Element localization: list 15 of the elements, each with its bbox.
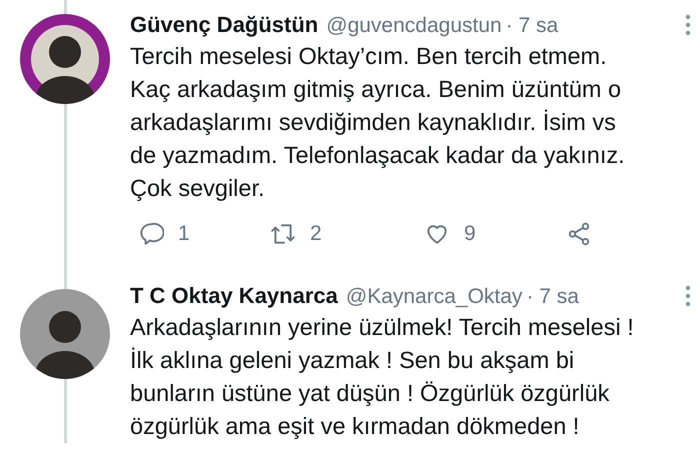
tweet-text: Tercih meselesi Oktay’cım. Ben tercih etmem. Kaç arkadaşım gitmiş ayrıca. Benim üzüntüm o arkadaşlarımı sevdiğimden kaynaklıdır. İsim vs de yazmadım. Telefonlaşacak kadar da yakınız. Çok sevgiler. bbox=[130, 42, 626, 203]
author-name[interactable]: T C Oktay Kaynarca bbox=[130, 283, 338, 309]
author-name[interactable]: Güvenç Dağüstün bbox=[130, 12, 318, 38]
share-icon[interactable] bbox=[566, 221, 592, 247]
more-icon[interactable] bbox=[684, 14, 692, 36]
tweet-text: Arkadaşlarının yerine üzülmek! Tercih meselesi ! İlk aklına geleni yazmak ! Sen bu akşam bi bunların üstüne yat düşün ! Özgürlük özgürlük özgürlük ama eşit ve kırmadan dökmeden ! bbox=[130, 313, 635, 441]
action-count: 1 bbox=[178, 222, 190, 246]
author-handle[interactable]: @Kaynarca_Oktay bbox=[346, 285, 522, 309]
more-icon[interactable] bbox=[684, 285, 692, 307]
action-count: 9 bbox=[464, 222, 476, 246]
tweet-time: · 7 sa bbox=[506, 14, 558, 38]
action-count: 2 bbox=[310, 222, 322, 246]
author-handle[interactable]: @guvencdagustun bbox=[326, 14, 502, 38]
reply-icon[interactable] bbox=[138, 221, 164, 247]
tweet-time: · 7 sa bbox=[526, 285, 579, 309]
